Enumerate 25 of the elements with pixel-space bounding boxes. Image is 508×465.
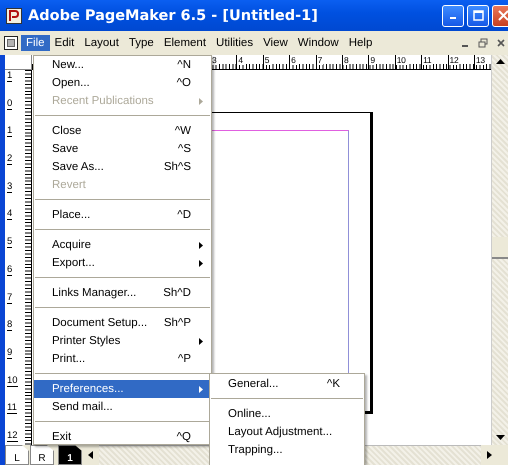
ruler-number: 11 [422, 55, 432, 65]
window-title: Adobe PageMaker 6.5 - [Untitled-1] [28, 8, 318, 24]
ruler-number: 7 [316, 55, 323, 65]
ruler-number: 1 [7, 125, 12, 138]
ruler-number: 5 [7, 236, 12, 248]
ruler-number: 4 [237, 55, 244, 65]
ruler-number: 10 [7, 374, 18, 387]
ruler-number: 3 [7, 180, 12, 193]
ruler-number: 7 [7, 292, 12, 304]
ruler-number: 6 [290, 55, 297, 65]
ruler-number: 1 [7, 70, 12, 82]
ruler-number: 0 [7, 98, 12, 110]
ruler-number: 6 [7, 264, 12, 276]
ruler-number: 8 [342, 55, 350, 65]
ruler-number: 4 [7, 208, 12, 220]
ruler-number: 13 [474, 55, 486, 65]
ruler-number: 9 [7, 346, 12, 359]
ruler-number: 12 [448, 55, 460, 65]
ruler-number: 10 [396, 55, 407, 65]
ruler-number: 9 [369, 55, 376, 65]
ruler-number: 11 [7, 402, 17, 414]
ruler-number: 8 [7, 319, 12, 332]
ruler-number: 2 [7, 153, 12, 166]
ruler-number: 12 [7, 430, 18, 442]
ruler-number: 5 [264, 55, 270, 65]
